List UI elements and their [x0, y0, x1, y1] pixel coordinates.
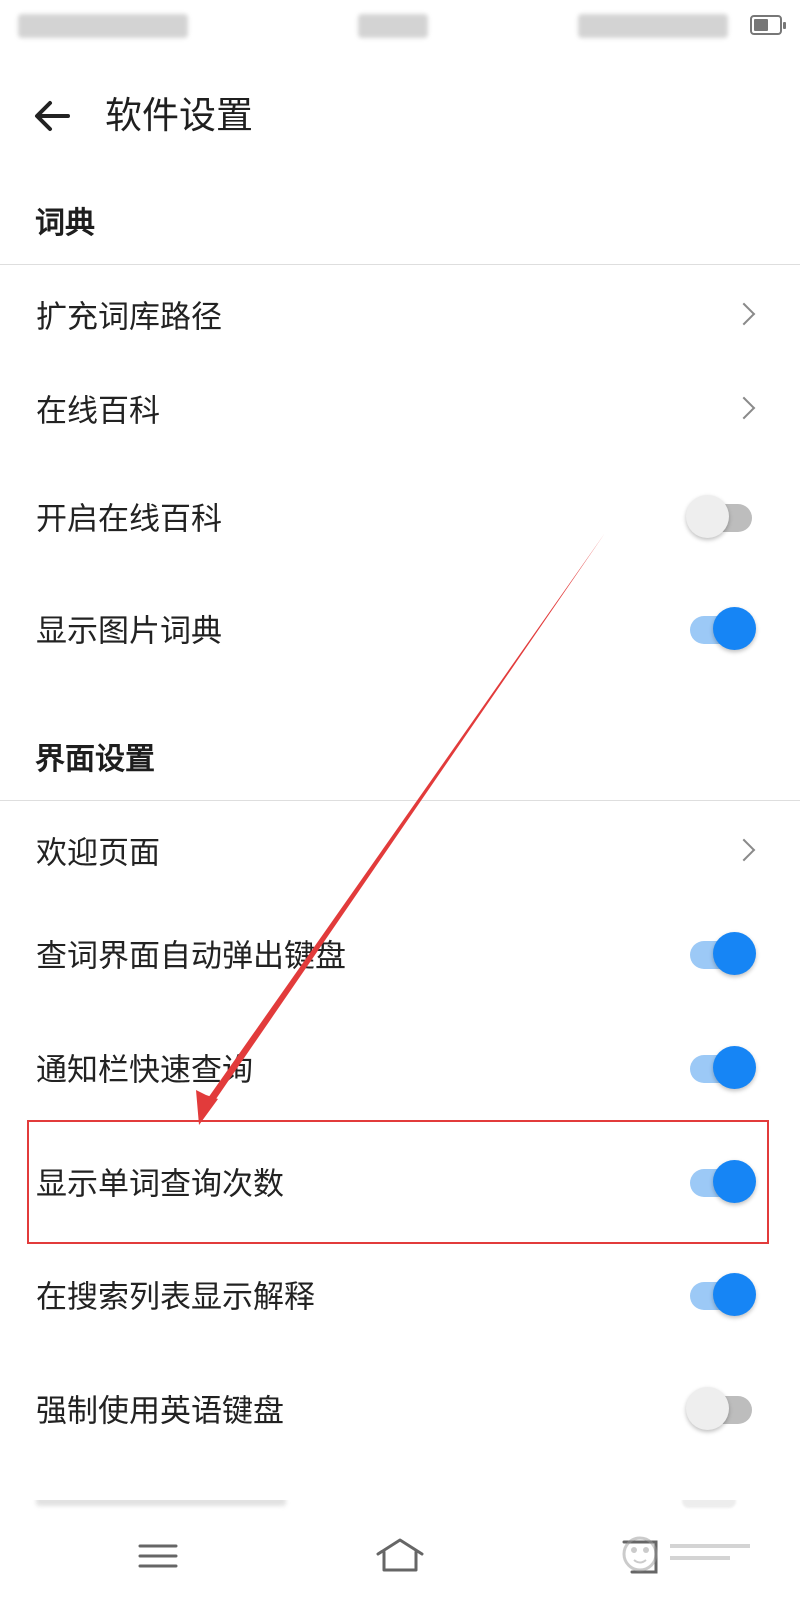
row-notification-quick-lookup: 通知栏快速查询	[0, 1017, 800, 1117]
app-header: 软件设置	[0, 72, 800, 160]
arrow-left-icon[interactable]	[30, 94, 74, 138]
system-status-blurred	[578, 14, 728, 38]
row-extend-dictionary-path[interactable]: 扩充词库路径	[0, 264, 800, 364]
status-bar	[0, 0, 800, 55]
menu-icon[interactable]	[128, 1534, 188, 1578]
row-force-english-keyboard: 强制使用英语键盘	[0, 1358, 800, 1458]
chevron-right-icon	[732, 396, 756, 420]
row-label: 显示单词查询次数	[36, 1166, 284, 1203]
signal-status-blurred	[18, 14, 188, 38]
battery-icon	[750, 15, 786, 35]
row-label: 显示图片词典	[36, 613, 222, 650]
page-title: 软件设置	[105, 94, 253, 137]
toggle-switch-off[interactable]	[686, 1385, 756, 1431]
watermark-logo	[622, 1536, 750, 1572]
toggle-switch-on[interactable]	[686, 1044, 756, 1090]
toggle-switch-on[interactable]	[686, 605, 756, 651]
row-enable-online-encyclopedia: 开启在线百科	[0, 466, 800, 566]
row-online-encyclopedia[interactable]: 在线百科	[0, 358, 800, 458]
row-label: 开启在线百科	[36, 501, 222, 538]
row-auto-keyboard: 查词界面自动弹出键盘	[0, 903, 800, 1003]
toggle-switch-off[interactable]	[686, 493, 756, 539]
row-show-explanation-in-list: 在搜索列表显示解释	[0, 1244, 800, 1344]
row-show-picture-dictionary: 显示图片词典	[0, 578, 800, 678]
row-label: 在搜索列表显示解释	[36, 1279, 315, 1316]
row-label: 强制使用英语键盘	[36, 1393, 284, 1430]
row-welcome-page[interactable]: 欢迎页面	[0, 800, 800, 900]
toggle-switch-on[interactable]	[686, 1158, 756, 1204]
chevron-right-icon	[732, 838, 756, 862]
section-title-interface: 界面设置	[35, 742, 155, 777]
toggle-switch-on[interactable]	[686, 1271, 756, 1317]
row-show-lookup-count: 显示单词查询次数	[0, 1131, 800, 1231]
toggle-switch-on[interactable]	[686, 930, 756, 976]
clock-blurred	[358, 14, 428, 38]
home-icon[interactable]	[370, 1534, 430, 1578]
row-label: 欢迎页面	[36, 835, 160, 872]
row-label: 通知栏快速查询	[36, 1052, 253, 1089]
section-title-dictionary: 词典	[35, 206, 95, 241]
system-nav-bar	[0, 1514, 800, 1600]
row-label: 在线百科	[36, 393, 160, 430]
row-label: 查词界面自动弹出键盘	[36, 938, 346, 975]
row-label: 扩充词库路径	[36, 299, 222, 336]
chevron-right-icon	[732, 302, 756, 326]
